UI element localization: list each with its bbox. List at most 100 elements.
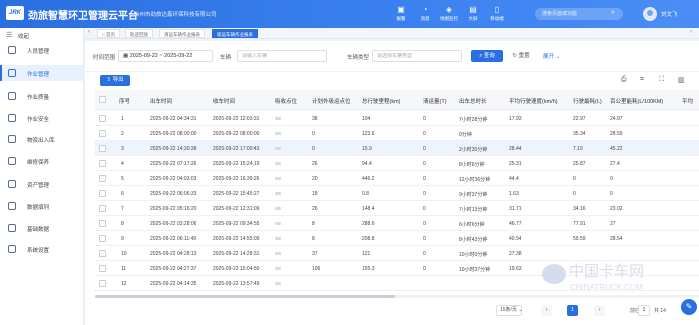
alarm-button[interactable]: ▣ 报警 (390, 5, 412, 22)
sidebar-item-safety[interactable]: 作业安全 (0, 110, 84, 126)
col-avg-speed[interactable]: 平均行驶速度(km/h) (509, 97, 558, 105)
tab-track-playback[interactable]: 轨迹回放 (125, 29, 153, 38)
row-checkbox[interactable] (99, 280, 106, 287)
scrollbar-thumb[interactable] (95, 295, 395, 298)
cell-points-bar (275, 117, 281, 120)
sidebar-item-maintenance[interactable]: 维修保养 (0, 153, 84, 169)
reset-button[interactable]: ↻ 重置 (508, 50, 534, 62)
col-extra-points[interactable]: 计划外吸运点位 (312, 97, 351, 105)
col-fuel[interactable]: 行驶最耗(L) (573, 97, 602, 105)
tab-suction-report[interactable]: 吸运车辆作业报表 (212, 29, 258, 38)
map-monitor-button[interactable]: ◈ 地图监控 (438, 5, 460, 22)
col-mileage[interactable]: 总行驶里程(km) (362, 97, 401, 105)
query-button[interactable]: ⌕ 查询 (471, 50, 503, 62)
cell-no: 1 (121, 116, 124, 122)
org-name[interactable]: 台州市劲旅达鑫环保科技有限公司 (134, 10, 217, 18)
row-checkbox[interactable] (99, 190, 106, 197)
fullscreen-icon[interactable]: ⛶ (659, 76, 664, 84)
search-icon[interactable]: ⌕ (611, 9, 615, 17)
col-no[interactable]: 序号 (119, 97, 130, 105)
help-chat-button[interactable]: ✎ (681, 299, 697, 315)
cell-in-time: 2025-09-22 15:24:19 (213, 161, 260, 167)
table-row[interactable]: 1 2025-09-22 04:34:31 2025-09-22 12:03:3… (95, 111, 699, 126)
sidebar-item-operations[interactable]: 作业管理 (0, 65, 84, 81)
tab-home[interactable]: ⌂ 首页 (97, 29, 120, 38)
sidebar-item-quality[interactable]: 作业质量 (0, 88, 84, 104)
table-row[interactable]: 2 2025-09-22 08:00:00 2025-09-22 08:00:0… (95, 126, 699, 141)
zoom-icon[interactable]: ⌗ (640, 76, 644, 84)
avatar[interactable] (643, 7, 657, 21)
export-button[interactable]: ⇪ 导出 (100, 75, 130, 86)
sidebar-item-warehouse[interactable]: 物资出入库 (0, 131, 84, 147)
col-points[interactable]: 吸收点位 (275, 97, 297, 105)
table-row[interactable]: 6 2025-09-22 06:06:33 2025-09-22 15:45:2… (95, 186, 699, 201)
table-row[interactable]: 7 2025-09-22 05:16:20 2025-09-22 12:31:0… (95, 201, 699, 216)
vehicle-type-input[interactable] (377, 53, 461, 59)
row-checkbox[interactable] (99, 115, 106, 122)
table-row[interactable]: 8 2025-09-22 03:28:06 2025-09-22 09:34:5… (95, 216, 699, 231)
row-checkbox[interactable] (99, 145, 106, 152)
table-row[interactable]: 4 2025-09-22 07:17:26 2025-09-22 15:24:1… (95, 156, 699, 171)
col-out-time[interactable]: 出车时间 (150, 97, 172, 105)
prev-page-button[interactable]: ‹ (541, 305, 552, 316)
tab-clearance-report[interactable]: 清运车辆作业报表 (159, 29, 205, 38)
cell-mileage: 104 (362, 116, 371, 122)
page-size-select[interactable]: 15条/页 ⌄ (496, 305, 523, 316)
select-all-checkbox[interactable] (99, 96, 106, 103)
expand-button[interactable]: 展开 ⌄ (543, 52, 560, 60)
next-page-button[interactable]: › (594, 305, 605, 316)
cell-in-time: 2025-09-22 12:03:31 (213, 116, 260, 122)
table-row[interactable]: 5 2025-09-22 04:03:03 2025-09-22 16:39:2… (95, 171, 699, 186)
expand-label: 展开 (543, 54, 555, 60)
row-checkbox[interactable] (99, 205, 106, 212)
vehicle-input[interactable] (242, 53, 326, 59)
cell-fuel: 22.97 (573, 116, 586, 122)
row-checkbox[interactable] (99, 220, 106, 227)
date-range-picker[interactable]: ▦ 2025-09-22 ~ 2025-09-22 (118, 50, 213, 62)
col-duration[interactable]: 出车总时长 (459, 97, 487, 105)
row-checkbox[interactable] (99, 130, 106, 137)
col-avg-more[interactable]: 平均 (682, 97, 693, 105)
table-row[interactable]: 9 2025-09-22 06:11:49 2025-09-22 14:55:0… (95, 231, 699, 246)
cell-volume: 0 (423, 251, 426, 257)
cell-speed: 25.31 (509, 161, 522, 167)
big-screen-button[interactable]: ▤ 大屏 (462, 5, 484, 22)
row-checkbox[interactable] (99, 265, 106, 272)
sidebar-item-assets[interactable]: 资产管理 (0, 176, 84, 192)
vehicle-type-select[interactable] (372, 50, 462, 62)
username[interactable]: 刘文飞 (661, 10, 678, 18)
cell-in-time: 2025-09-22 14:55:09 (213, 236, 260, 242)
sidebar-item-data-entry[interactable]: 数据填列 (0, 198, 84, 214)
column-settings-icon[interactable]: ▥ (678, 76, 685, 84)
cell-volume: 0 (423, 161, 426, 167)
row-checkbox[interactable] (99, 250, 106, 257)
row-checkbox[interactable] (99, 160, 106, 167)
goto-page-input[interactable]: 1 (638, 305, 650, 316)
mobile-button[interactable]: ▯ 移动端 (486, 5, 508, 22)
cell-points-bar (275, 282, 281, 285)
col-in-time[interactable]: 收车时间 (213, 97, 235, 105)
print-icon[interactable]: ⎙ (621, 76, 627, 84)
table-row[interactable]: 3 2025-09-22 14:30:38 2025-09-22 17:00:4… (95, 141, 699, 156)
cell-points-bar (275, 267, 281, 270)
row-checkbox[interactable] (99, 235, 106, 242)
col-per100[interactable]: 百公里能耗(L/100KM) (610, 97, 663, 105)
sidebar-collapse-button[interactable]: ☰ 收起 (0, 28, 84, 42)
cell-volume: 0 (423, 191, 426, 197)
cell-no: 3 (121, 146, 124, 152)
tab-scroll-left-icon[interactable]: ‹ (88, 29, 90, 35)
row-checkbox[interactable] (99, 175, 106, 182)
data-icon (8, 202, 16, 210)
sidebar-item-base-data[interactable]: 基础数据 (0, 220, 84, 236)
global-search-input[interactable] (535, 8, 623, 20)
tab-scroll-right-icon[interactable]: › (690, 29, 692, 35)
sidebar-item-personnel[interactable]: 人员管理 (0, 42, 84, 58)
sidebar-item-settings[interactable]: 系统设置 (0, 241, 84, 257)
quality-icon (8, 92, 16, 100)
messages-button[interactable]: ◔ 消息 (414, 5, 436, 22)
cell-per100: 28.54 (610, 236, 623, 242)
page-1-button[interactable]: 1 (567, 305, 578, 316)
vehicle-field[interactable] (237, 50, 327, 62)
col-volume[interactable]: 清运量(T) (423, 97, 447, 105)
tab-label: 首页 (105, 32, 115, 37)
